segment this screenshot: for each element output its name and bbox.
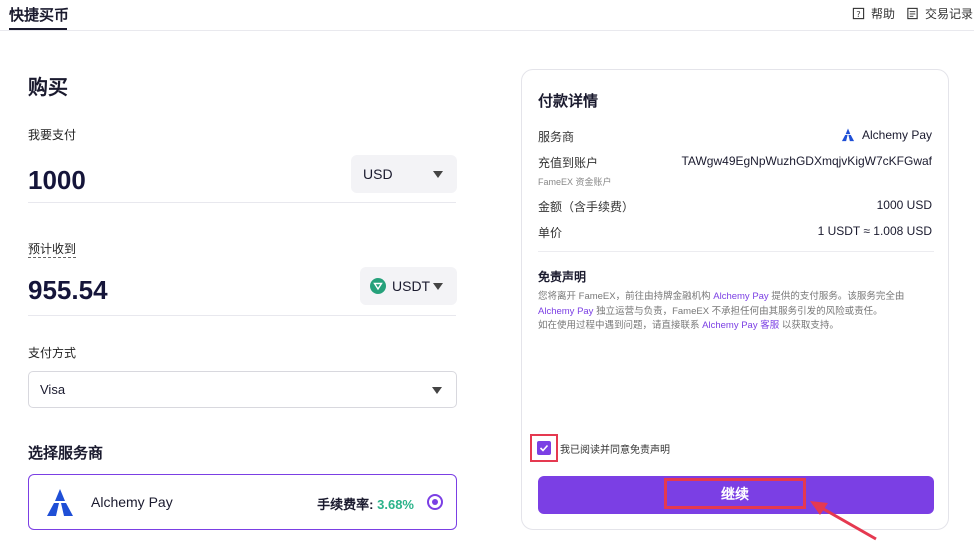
agree-checkbox[interactable] xyxy=(537,441,551,455)
provider-radio[interactable] xyxy=(427,494,443,510)
divider xyxy=(538,251,934,252)
provider-section-title: 选择服务商 xyxy=(28,445,104,462)
receive-currency-value: USDT xyxy=(392,278,431,294)
history-link[interactable]: 交易记录 xyxy=(906,5,973,22)
tab-quick-buy[interactable]: 快捷买币 xyxy=(9,4,69,25)
help-icon: ? xyxy=(852,7,865,20)
history-label: 交易记录 xyxy=(925,7,974,21)
alchemy-pay-link[interactable]: Alchemy Pay xyxy=(713,291,768,302)
payment-details-title: 付款详情 xyxy=(538,93,599,110)
alchemy-pay-link[interactable]: Alchemy Pay xyxy=(538,306,593,317)
receive-label[interactable]: 预计收到 xyxy=(28,240,77,258)
service-provider-label: 服务商 xyxy=(538,130,575,144)
unit-price-value: 1 USDT ≈ 1.008 USD xyxy=(817,224,932,238)
svg-text:?: ? xyxy=(856,9,860,19)
amount-label: 金额（含手续费） xyxy=(538,200,635,214)
divider xyxy=(28,202,456,203)
help-label: 帮助 xyxy=(871,7,896,21)
help-link[interactable]: ? 帮助 xyxy=(852,5,895,22)
pay-amount-input[interactable]: 1000 xyxy=(28,165,86,196)
payment-method-select[interactable]: Visa xyxy=(28,371,457,408)
buy-title: 购买 xyxy=(28,77,68,99)
deposit-account-label: 充值到账户 xyxy=(538,156,599,170)
check-icon xyxy=(539,444,549,452)
pay-currency-value: USD xyxy=(363,166,393,182)
top-bar: 快捷买币 ? 帮助 交易记录 xyxy=(0,0,974,31)
amount-value: 1000 USD xyxy=(876,198,932,212)
deposit-account-sub: FameEX 资金账户 xyxy=(538,177,612,187)
agree-checkbox-highlight xyxy=(530,434,558,462)
provider-name: Alchemy Pay xyxy=(91,494,173,510)
usdt-icon xyxy=(370,278,386,294)
divider xyxy=(28,315,456,316)
payment-method-label: 支付方式 xyxy=(28,346,77,360)
receive-amount: 955.54 xyxy=(28,275,108,305)
disclaimer-text: 您将离开 FameEX，前往由持牌金融机构 Alchemy Pay 提供的支付服… xyxy=(538,291,905,331)
support-link[interactable]: Alchemy Pay 客服 xyxy=(702,320,779,331)
agree-label: 我已阅读并同意免责声明 xyxy=(560,444,670,456)
deposit-address: TAWgw49EgNpWuzhGDXmqjvKigW7cKFGwaf xyxy=(681,154,932,168)
alchemy-pay-logo-icon xyxy=(841,128,855,142)
continue-button-label: 继续 xyxy=(664,478,806,509)
pay-currency-select[interactable]: USD xyxy=(351,155,457,193)
chevron-down-icon xyxy=(433,171,443,178)
chevron-down-icon xyxy=(432,387,442,394)
unit-price-label: 单价 xyxy=(538,226,563,240)
chevron-down-icon xyxy=(433,283,443,290)
provider-card-alchemy-pay[interactable]: Alchemy Pay 手续费率: 3.68% xyxy=(28,474,457,530)
payment-details-panel: 付款详情 服务商 Alchemy Pay 充值到账户 TAWgw49EgNpWu… xyxy=(521,69,949,530)
receive-currency-select[interactable]: USDT xyxy=(360,267,457,305)
fee-rate: 手续费率: 3.68% xyxy=(317,497,414,512)
pointer-arrow-icon xyxy=(810,501,877,541)
service-provider-value: Alchemy Pay xyxy=(840,128,932,142)
tab-underline xyxy=(9,28,67,30)
pay-label: 我要支付 xyxy=(28,128,77,142)
document-icon xyxy=(907,7,918,20)
payment-method-value: Visa xyxy=(40,382,66,397)
agree-row: 我已阅读并同意免责声明 xyxy=(530,434,670,462)
alchemy-pay-logo-icon xyxy=(47,489,73,516)
disclaimer-title: 免责声明 xyxy=(538,270,587,284)
